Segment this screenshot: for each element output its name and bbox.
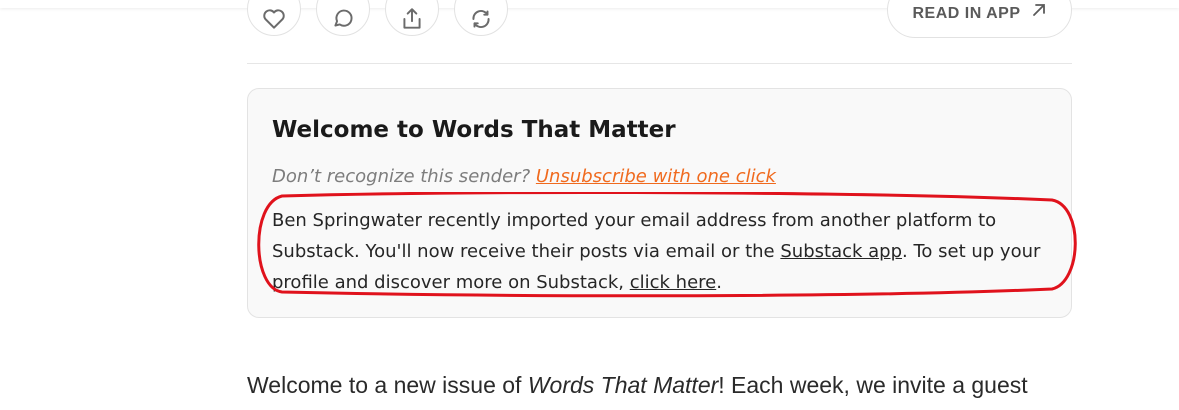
divider (247, 63, 1072, 64)
arrow-up-right-icon (1031, 2, 1047, 23)
sender-notice: Don’t recognize this sender? Unsubscribe… (272, 166, 776, 187)
article-intro: Welcome to a new issue of Words That Mat… (247, 372, 1028, 399)
sender-prompt: Don’t recognize this sender? (272, 166, 531, 187)
read-in-app-button[interactable]: READ IN APP (887, 0, 1072, 38)
share-button[interactable] (385, 0, 439, 36)
share-icon (399, 6, 425, 36)
restack-button[interactable] (454, 0, 508, 36)
restack-icon (468, 6, 494, 36)
click-here-link[interactable]: click here (630, 272, 717, 293)
import-notice: Ben Springwater recently imported your e… (272, 205, 1062, 298)
substack-app-link[interactable]: Substack app (780, 241, 902, 262)
welcome-card: Welcome to Words That Matter Don’t recog… (247, 88, 1072, 318)
card-title: Welcome to Words That Matter (272, 117, 676, 143)
like-button[interactable] (247, 0, 301, 36)
unsubscribe-link[interactable]: Unsubscribe with one click (536, 166, 776, 187)
read-in-app-label: READ IN APP (912, 5, 1021, 22)
intro-prefix: Welcome to a new issue of (247, 372, 522, 398)
comment-button[interactable] (316, 0, 370, 36)
heart-icon (261, 6, 287, 36)
publication-name: Words That Matter (527, 372, 719, 398)
comment-icon (330, 6, 356, 36)
intro-suffix: ! Each week, we invite a guest (718, 372, 1028, 398)
import-text-part-3: . (716, 272, 722, 293)
